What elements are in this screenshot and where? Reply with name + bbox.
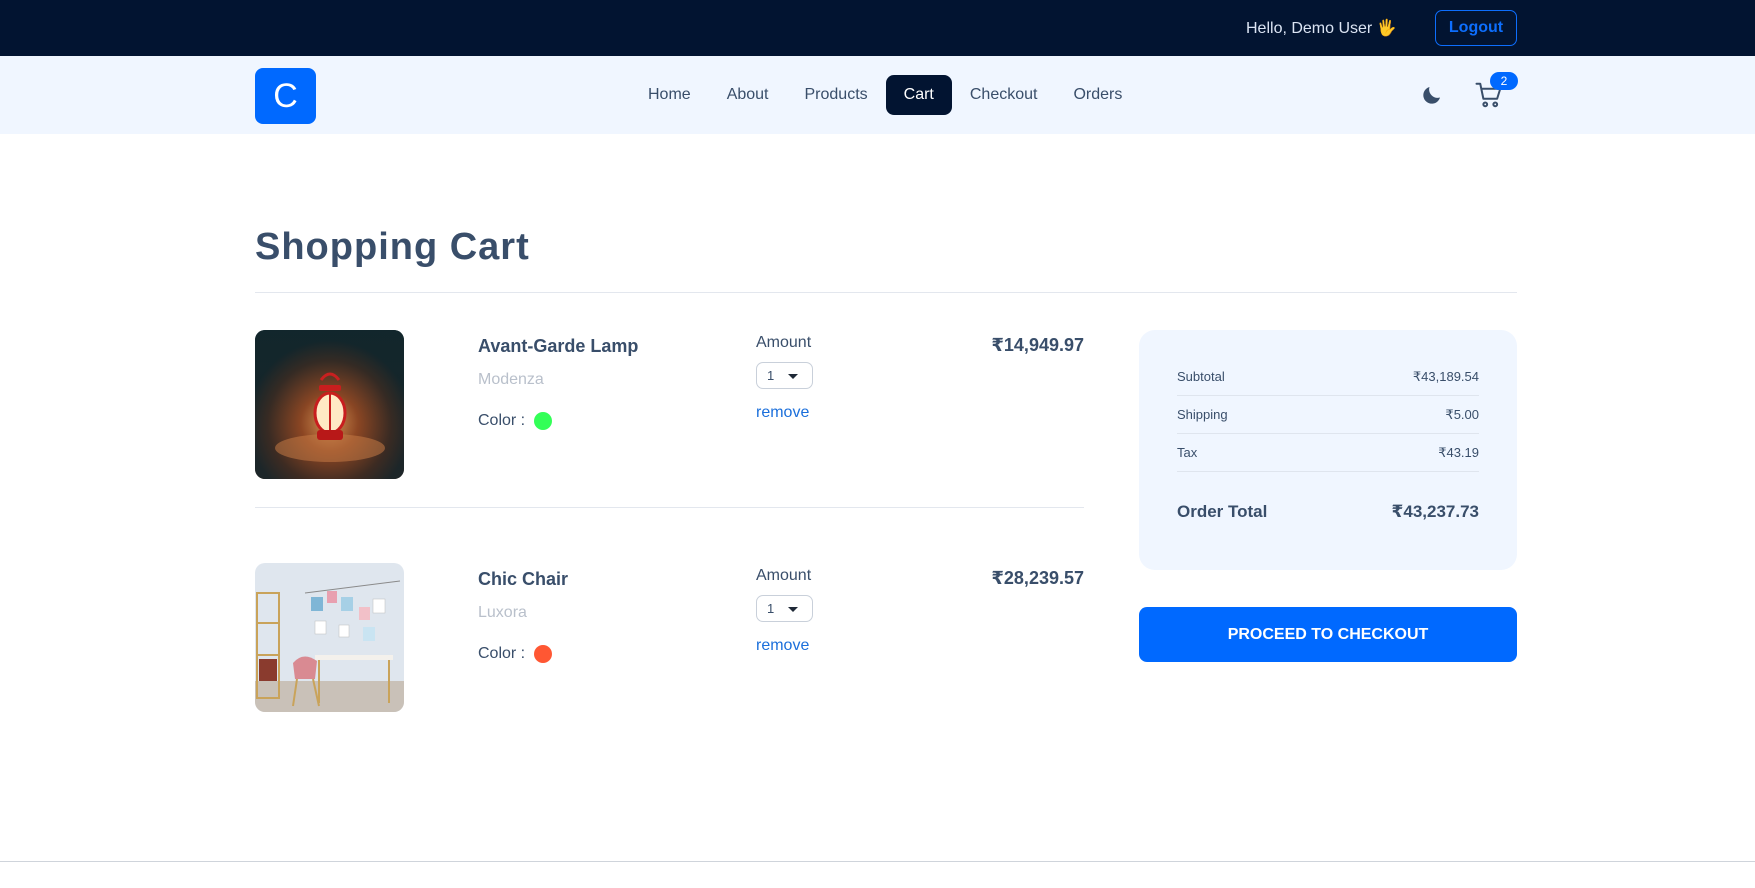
nav-link-checkout[interactable]: Checkout: [952, 75, 1056, 115]
order-total-label: Order Total: [1177, 502, 1268, 521]
subtotal-value: ₹43,189.54: [1412, 368, 1479, 384]
logout-button[interactable]: Logout: [1435, 10, 1517, 46]
product-name[interactable]: Avant-Garde Lamp: [478, 336, 638, 357]
order-total-value: ₹43,237.73: [1391, 502, 1479, 521]
product-color-swatch: [534, 412, 552, 430]
chevron-down-icon: [788, 607, 798, 612]
product-image-lamp: [255, 330, 404, 479]
footer-divider: [0, 861, 1755, 862]
user-greeting: Hello, Demo User 🖐: [1246, 18, 1397, 38]
shipping-row: Shipping ₹5.00: [1177, 396, 1479, 434]
amount-select[interactable]: 1: [756, 595, 813, 622]
page-title: Shopping Cart: [255, 226, 530, 268]
chevron-down-icon: [788, 374, 798, 379]
nav-links: Home About Products Cart Checkout Orders: [630, 74, 1140, 116]
shipping-label: Shipping: [1177, 407, 1228, 422]
proceed-to-checkout-button[interactable]: PROCEED TO CHECKOUT: [1139, 607, 1517, 662]
top-bar: Hello, Demo User 🖐 Logout: [0, 0, 1755, 56]
product-color-label: Color :: [478, 412, 526, 429]
product-price: ₹14,949.97: [991, 335, 1084, 355]
nav-link-about[interactable]: About: [709, 75, 787, 115]
nav-link-orders[interactable]: Orders: [1055, 75, 1140, 115]
title-divider: [255, 292, 1517, 293]
nav-link-home[interactable]: Home: [630, 75, 709, 115]
amount-label: Amount: [756, 334, 812, 351]
amount-value: 1: [767, 368, 775, 383]
cart-item: Chic Chair Luxora Color : Amount 1 remov…: [255, 563, 1084, 712]
order-summary: Subtotal ₹43,189.54 Shipping ₹5.00 Tax ₹…: [1139, 330, 1517, 570]
subtotal-label: Subtotal: [1177, 369, 1225, 384]
nav-link-products[interactable]: Products: [787, 75, 886, 115]
cart-item: Avant-Garde Lamp Modenza Color : Amount …: [255, 330, 1084, 479]
wave-icon: 🖐: [1376, 20, 1397, 37]
subtotal-row: Subtotal ₹43,189.54: [1177, 358, 1479, 396]
amount-label: Amount: [756, 567, 812, 584]
product-image-chair: [255, 563, 404, 712]
remove-link[interactable]: remove: [756, 404, 809, 422]
greeting-text: Hello, Demo User: [1246, 20, 1373, 37]
product-color-swatch: [534, 645, 552, 663]
product-name[interactable]: Chic Chair: [478, 569, 568, 590]
cart-count-badge: 2: [1490, 72, 1518, 90]
product-company: Modenza: [478, 371, 544, 388]
order-total-row: Order Total ₹43,237.73: [1177, 502, 1479, 522]
amount-value: 1: [767, 601, 775, 616]
amount-select[interactable]: 1: [756, 362, 813, 389]
logo[interactable]: C: [255, 68, 316, 124]
shipping-value: ₹5.00: [1445, 406, 1479, 422]
tax-label: Tax: [1177, 445, 1198, 460]
tax-row: Tax ₹43.19: [1177, 434, 1479, 472]
tax-value: ₹43.19: [1438, 444, 1479, 460]
product-color-label: Color :: [478, 645, 526, 662]
moon-icon[interactable]: [1420, 83, 1444, 107]
product-company: Luxora: [478, 604, 527, 621]
item-divider: [255, 507, 1084, 508]
product-price: ₹28,239.57: [991, 568, 1084, 588]
main-navbar: C Home About Products Cart Checkout Orde…: [0, 56, 1755, 134]
remove-link[interactable]: remove: [756, 637, 809, 655]
nav-link-cart[interactable]: Cart: [885, 75, 952, 115]
